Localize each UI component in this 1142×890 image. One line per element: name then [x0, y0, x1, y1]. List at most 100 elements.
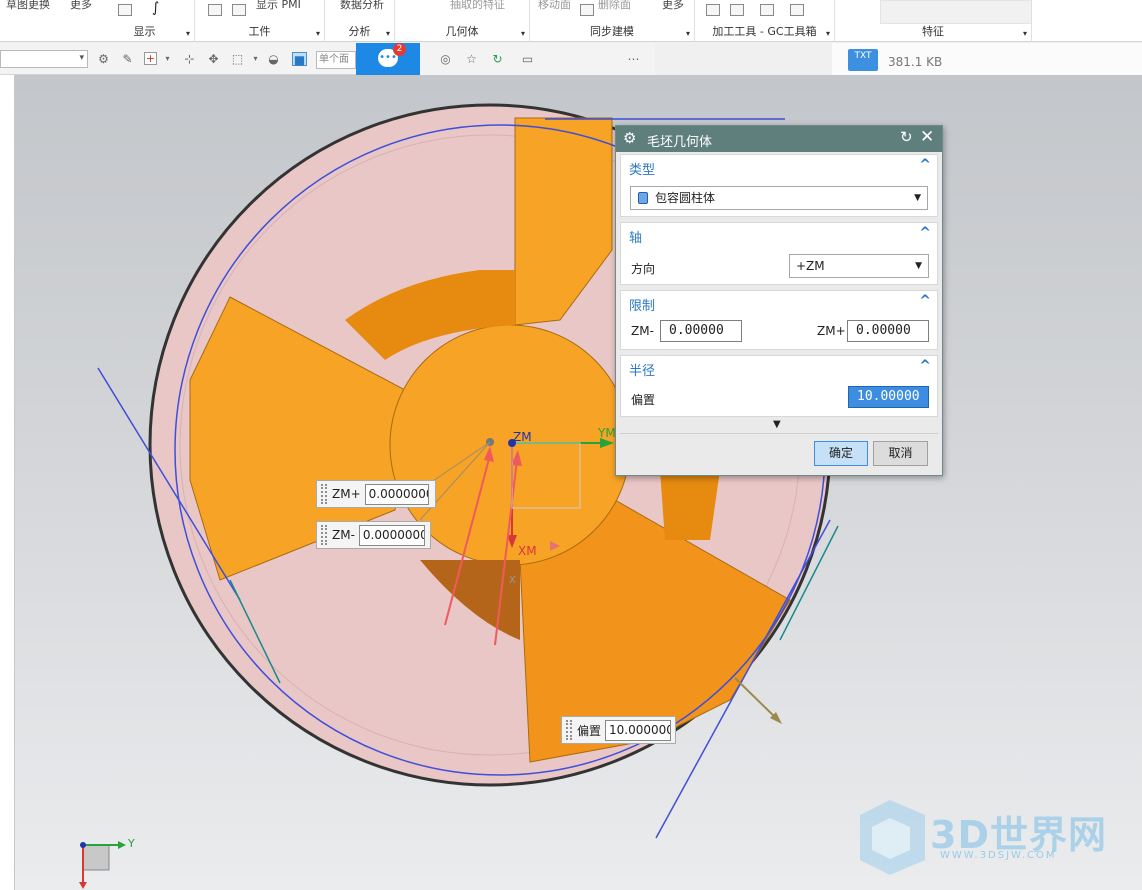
snap-icon[interactable]: ✎ [120, 52, 135, 66]
section-title: 类型 [629, 163, 656, 178]
zm-plus-field[interactable]: 0.00000 [847, 320, 929, 342]
watermark: 3D世界网 WWW.3DSJW.COM [860, 798, 1130, 878]
more-icon[interactable]: ⋯ [626, 52, 641, 66]
radius-section: 半径 ^ 偏置 10.00000 [620, 355, 938, 417]
txt-file-icon: TXT [848, 49, 878, 71]
watermark-url: WWW.3DSJW.COM [940, 850, 1057, 861]
zm-minus-field[interactable]: 0.00000 [660, 320, 742, 342]
x-axis-label: X [509, 575, 516, 586]
axis-section: 轴 ^ 方向 +ZM ▼ [620, 222, 938, 285]
zm-axis-label: ZM [513, 430, 532, 444]
star-icon[interactable]: ☆ [464, 52, 479, 66]
ok-button[interactable]: 确定 [814, 441, 868, 466]
zm-plus-input[interactable]: 0.0000000 [364, 483, 429, 505]
xm-axis-label: XM [518, 544, 537, 558]
move-icon[interactable]: ✥ [206, 52, 221, 66]
offset-input[interactable]: 10.000000 [605, 719, 672, 741]
ribbon-group-sync-modeling: 同步建模 ▾ [530, 0, 695, 42]
dialog-title: 毛坯几何体 [647, 135, 713, 150]
target-icon[interactable]: ◎ [438, 52, 453, 66]
expand-more-icon[interactable]: ▼ [773, 419, 781, 430]
ribbon-group-label: 工件 [248, 25, 271, 38]
select-filter-icon[interactable]: ⚙ [96, 52, 111, 66]
chevron-down-icon[interactable]: ▾ [186, 29, 190, 38]
chevron-down-icon: ▼ [914, 193, 921, 203]
part-model[interactable] [0, 75, 1142, 890]
graphics-viewport[interactable]: ZM YM XM X Y ZM+ 0.0000000 ZM- 0.0000000… [0, 75, 1142, 890]
drag-handle-icon[interactable] [566, 720, 572, 740]
shape-icon[interactable]: ◒ [266, 52, 281, 66]
zm-minus-input[interactable]: 0.0000000 [358, 524, 425, 546]
point-snap-icon[interactable]: ⊹ [182, 52, 197, 66]
offset-handle[interactable] [734, 677, 779, 721]
file-size: 381.1 KB [888, 55, 943, 69]
ribbon-group-workpiece: 工件 ▾ [195, 0, 325, 42]
onscreen-label: 偏置 [577, 723, 602, 738]
chevron-up-icon[interactable]: ^ [919, 157, 931, 173]
chevron-up-icon[interactable]: ^ [919, 293, 931, 309]
gear-icon[interactable]: ⚙ [623, 129, 636, 147]
triad-y-label: Y [128, 837, 135, 850]
type-select[interactable]: 包容圆柱体 ▼ [630, 186, 928, 210]
notification-badge: 2 [393, 43, 406, 56]
refresh-icon[interactable]: ↻ [490, 52, 505, 66]
cancel-button[interactable]: 取消 [873, 441, 928, 466]
ribbon-group-label: 同步建模 [590, 25, 634, 38]
ribbon: 草图更换 更多 显示 PMI 数据分析 抽取的特征 移动面 删除面 更多 ∫ 显… [0, 0, 1142, 42]
chevron-down-icon[interactable]: ▾ [521, 29, 525, 38]
onscreen-offset: 偏置 10.000000 [561, 716, 676, 744]
ribbon-group-analysis: 分析 ▾ [325, 0, 395, 42]
add-point-icon[interactable]: + [144, 52, 157, 65]
doc-icon[interactable]: ▭ [520, 52, 535, 66]
chevron-down-icon[interactable]: ▾ [1023, 29, 1027, 38]
triad-y-arrow [118, 841, 126, 849]
offset-label: 偏置 [631, 393, 656, 407]
rect-select-icon[interactable]: ⬚ [230, 52, 245, 66]
close-icon[interactable]: ✕ [920, 127, 934, 147]
chevron-up-icon[interactable]: ^ [919, 358, 931, 374]
onscreen-label: ZM- [332, 528, 355, 542]
dialog-titlebar[interactable]: ⚙ 毛坯几何体 ↻ ✕ [616, 126, 942, 152]
limit-section: 限制 ^ ZM- 0.00000 ZM+ 0.00000 [620, 290, 938, 350]
section-title: 轴 [629, 231, 643, 246]
resource-bar[interactable] [0, 75, 15, 890]
chevron-down-icon[interactable]: ▾ [248, 52, 263, 66]
chevron-up-icon[interactable]: ^ [919, 225, 931, 241]
onscreen-zm-plus: ZM+ 0.0000000 [316, 480, 436, 508]
type-filter-combo[interactable]: ▾ [0, 50, 88, 68]
direction-select-value: +ZM [796, 259, 825, 273]
chevron-down-icon[interactable]: ▾ [316, 29, 320, 38]
ribbon-cut-label[interactable]: 更多 [70, 0, 92, 12]
section-title: 限制 [629, 299, 656, 314]
ribbon-cut-label[interactable]: 草图更换 [6, 0, 50, 12]
reset-icon[interactable]: ↻ [900, 128, 913, 146]
section-title: 半径 [629, 364, 656, 379]
chevron-down-icon[interactable]: ▾ [160, 52, 175, 66]
pocket-shadow [660, 470, 720, 540]
divider [620, 433, 938, 434]
triad-origin [80, 842, 86, 848]
face-rule-select[interactable]: 单个面 [316, 51, 356, 69]
chevron-down-icon[interactable]: ▾ [686, 29, 690, 38]
chevron-down-icon[interactable]: ▾ [386, 29, 390, 38]
type-section: 类型 ^ 包容圆柱体 ▼ [620, 154, 938, 217]
ribbon-group-display: 显示 ▾ [95, 0, 195, 42]
blank-geometry-dialog: ⚙ 毛坯几何体 ↻ ✕ 类型 ^ 包容圆柱体 ▼ 轴 ^ 方向 +ZM ▼ 限制… [615, 125, 943, 476]
drag-handle-icon[interactable] [321, 484, 327, 504]
ribbon-group-geometry: 几何体 ▾ [395, 0, 530, 42]
zm-plus-label: ZM+ [817, 324, 846, 338]
file-info: TXT 381.1 KB [832, 43, 1142, 75]
cube-view-icon[interactable]: ■ [292, 52, 307, 67]
onscreen-label: ZM+ [332, 487, 361, 501]
zm-minus-label: ZM- [631, 324, 654, 338]
offset-field[interactable]: 10.00000 [848, 386, 929, 408]
chevron-down-icon: ▾ [79, 53, 84, 63]
chat-button[interactable]: ••• 2 [356, 43, 420, 75]
view-toolbar: ◎ ☆ ↻ ▭ ⋯ [420, 43, 655, 75]
type-select-value: 包容圆柱体 [655, 191, 716, 205]
direction-select[interactable]: +ZM ▼ [789, 254, 929, 278]
chevron-down-icon: ▼ [915, 261, 922, 271]
ym-axis-label: YM [598, 426, 616, 440]
chevron-down-icon[interactable]: ▾ [826, 29, 830, 38]
drag-handle-icon[interactable] [321, 525, 327, 545]
